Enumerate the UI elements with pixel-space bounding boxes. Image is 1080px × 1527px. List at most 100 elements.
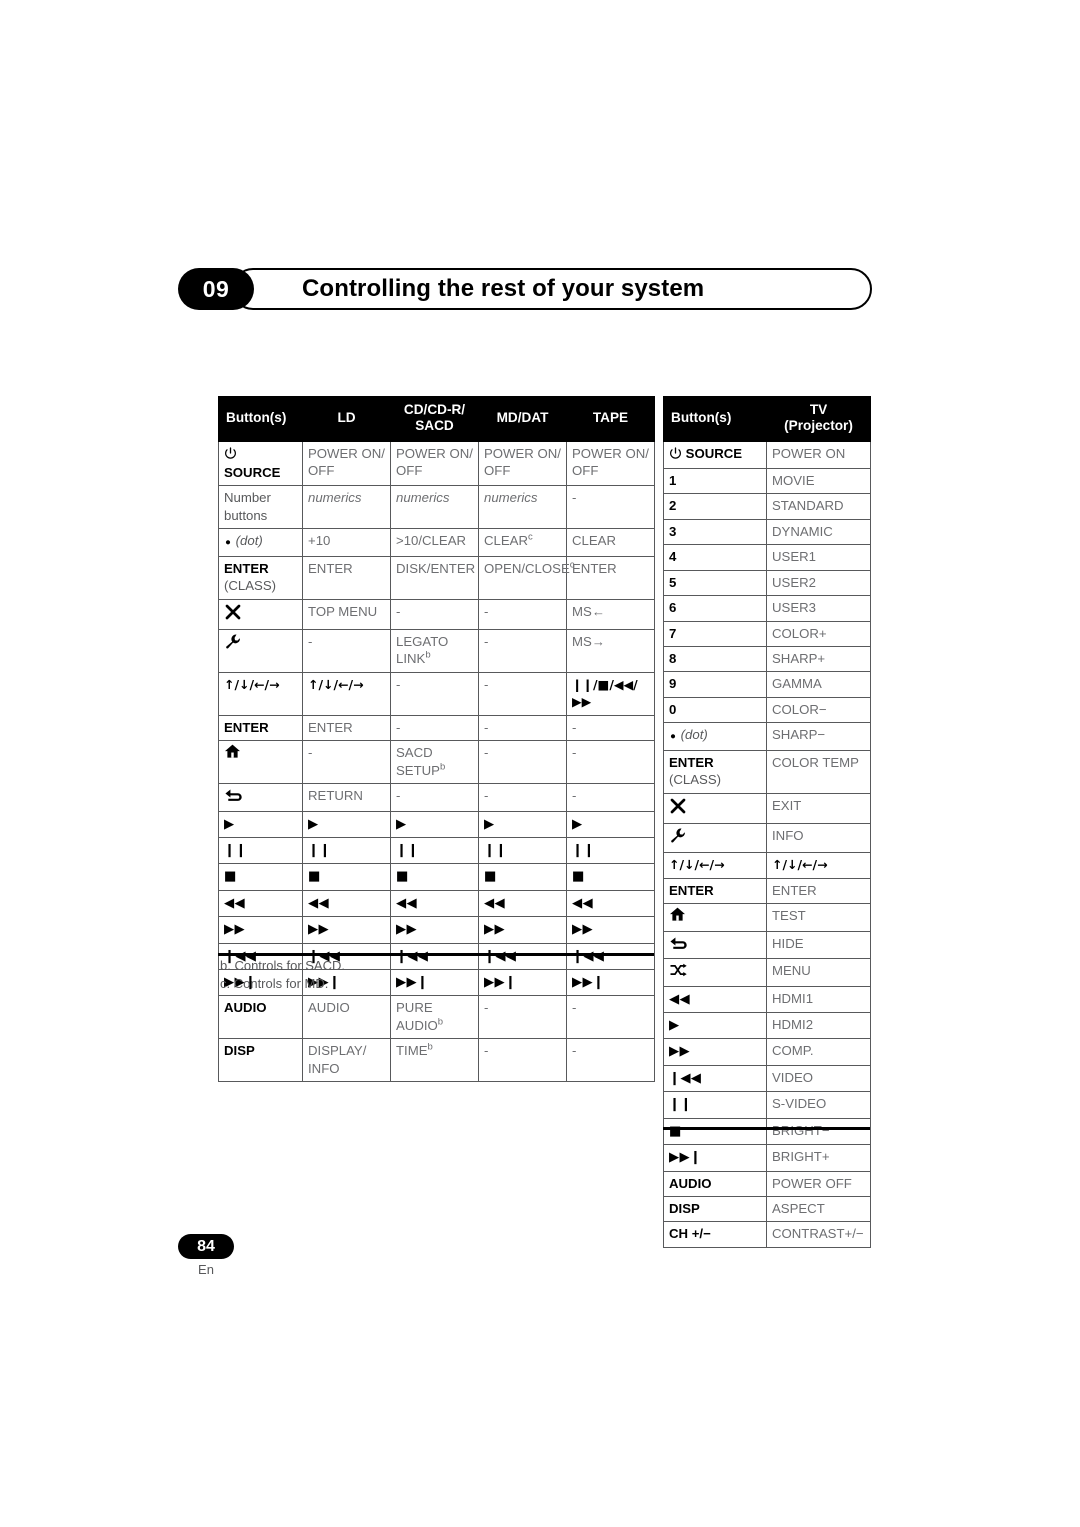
tape-cell-text: CLEAR xyxy=(572,533,616,549)
table-bottom-rule xyxy=(663,1127,870,1130)
page-number-text: 84 xyxy=(197,1237,215,1255)
button-label: DISP xyxy=(224,1043,255,1059)
button-label: 7 xyxy=(669,625,677,641)
table-row: ▶▶❙ BRIGHT+ xyxy=(663,1144,871,1172)
table-row: 6 USER3 xyxy=(663,595,871,622)
ld-cell-text: DISPLAY/ INFO xyxy=(308,1043,367,1076)
tv-cell-text: TEST xyxy=(772,908,806,924)
button-label: 8 xyxy=(669,651,677,666)
button-symbol: ▶▶ xyxy=(224,922,245,938)
md-cell-symbol: ▶▶❙ xyxy=(484,975,517,991)
tv-cell: HDMI1 xyxy=(766,985,871,1013)
cd-cell: PURE AUDIOb xyxy=(390,995,479,1040)
chapter-title-banner: Controlling the rest of your system xyxy=(232,268,872,310)
table-row: ▶▶ COMP. xyxy=(663,1038,871,1066)
column-header-tv-line2: (Projector) xyxy=(784,418,853,434)
tape-cell-text: POWER ON/ OFF xyxy=(572,445,649,479)
tv-cell: VIDEO xyxy=(766,1064,871,1093)
tape-cell-symbol: ■ xyxy=(572,869,585,885)
button-label: ENTER xyxy=(669,754,714,770)
wrench-icon xyxy=(669,827,688,848)
md-cell: ■ xyxy=(478,863,567,891)
button-cell: ❙◀◀ xyxy=(663,1064,767,1093)
tv-cell: COLOR− xyxy=(766,696,871,724)
tape-cell-text: ENTER xyxy=(572,560,617,576)
tv-cell: EXIT xyxy=(766,792,871,824)
button-symbol: ▶▶❙ xyxy=(669,1150,702,1166)
cd-cell: SACD SETUPb xyxy=(390,740,479,785)
ld-cell-symbol: ■ xyxy=(308,869,321,885)
tape-cell-text: - xyxy=(572,490,577,506)
md-cell-symbol: ■ xyxy=(484,869,497,885)
cd-cell: - xyxy=(390,671,479,716)
tv-cell-text: ENTER xyxy=(772,882,817,898)
md-cell-text: OPEN/CLOSE xyxy=(484,560,570,576)
tape-cell-text: - xyxy=(572,745,577,761)
table-row: ENTER (CLASS) ENTER DISK/ENTER OPEN/CLOSEc EN… xyxy=(218,555,655,600)
button-label: (dot) xyxy=(677,727,708,743)
column-header-buttons: Button(s) xyxy=(663,396,767,442)
tv-cell: ASPECT xyxy=(766,1195,871,1223)
tape-cell-text: - xyxy=(572,1000,577,1016)
ld-cell: TOP MENU xyxy=(302,598,391,631)
button-symbol: ◀◀ xyxy=(669,991,690,1007)
button-cell xyxy=(663,903,767,932)
md-cell: ◀◀ xyxy=(478,889,567,918)
column-header-ld: LD xyxy=(302,396,391,442)
tape-cell: POWER ON/ OFF xyxy=(566,440,655,487)
cd-cell-text: SACD SETUP xyxy=(396,745,440,778)
tv-cell: S-VIDEO xyxy=(766,1091,871,1119)
tv-cell-text: COLOR− xyxy=(772,701,827,717)
cd-cell: ❙◀◀ xyxy=(390,942,479,971)
button-label: ENTER xyxy=(669,882,714,898)
tape-cell: ENTER xyxy=(566,555,655,600)
cd-cell-text: - xyxy=(396,719,401,735)
md-cell-symbol: ▶▶ xyxy=(484,922,505,938)
wrench-icon xyxy=(224,633,243,654)
button-cell: ENTER (CLASS) xyxy=(663,749,767,794)
cd-cell-symbol: ▶▶❙ xyxy=(396,975,429,991)
cd-cell-text: - xyxy=(396,788,401,804)
cd-cell-text: - xyxy=(396,603,401,619)
cd-cell-footnote-ref: b xyxy=(425,650,431,662)
button-label: DISP xyxy=(669,1200,700,1216)
button-cell: ▶ xyxy=(663,1011,767,1040)
tape-cell-symbol: ❙◀◀ xyxy=(572,948,605,964)
tape-cell: - xyxy=(566,714,655,742)
footnote-c: c. Controls for MD. xyxy=(220,976,329,992)
button-cell: 6 xyxy=(663,595,767,622)
tape-cell-symbol: ❙❙/■/◀◀/▶▶ xyxy=(572,676,638,710)
page-number-badge: 84 xyxy=(178,1234,234,1259)
page-footer: 84 En xyxy=(178,1234,268,1277)
ld-cell-symbol: ↑/↓/←/→ xyxy=(308,676,364,692)
button-label: 5 xyxy=(669,574,677,590)
tv-cell-text: COLOR TEMP xyxy=(772,754,859,770)
cd-cell: ❙❙ xyxy=(390,836,479,865)
table-row: 0 COLOR− xyxy=(663,696,871,724)
cd-cell: - xyxy=(390,783,479,812)
button-cell: DISP xyxy=(663,1195,767,1223)
button-cell: SOURCE xyxy=(218,440,303,487)
tape-cell: ▶▶ xyxy=(566,916,655,944)
chapter-number-text: 09 xyxy=(202,275,230,302)
table-row: ENTER ENTER - - - xyxy=(218,714,655,742)
table-row: RETURN - - - xyxy=(218,783,655,812)
md-cell-text: - xyxy=(484,1000,489,1016)
tv-cell-text: USER1 xyxy=(772,549,816,565)
tv-cell: SHARP− xyxy=(766,722,871,751)
table-row: MENU xyxy=(663,958,871,987)
md-cell: - xyxy=(478,740,567,785)
tv-cell-symbol: ↑/↓/←/→ xyxy=(772,857,828,873)
cd-cell-text: LEGATO LINK xyxy=(396,634,449,667)
button-cell xyxy=(218,740,303,785)
tv-cell: USER2 xyxy=(766,569,871,597)
tv-cell: COLOR+ xyxy=(766,620,871,648)
column-header-cd-line2: SACD xyxy=(415,418,454,434)
tv-cell-text: EXIT xyxy=(772,797,802,813)
md-cell-symbol: ❙◀◀ xyxy=(484,948,517,964)
column-header-buttons: Button(s) xyxy=(218,396,303,442)
button-label: 3 xyxy=(669,523,677,539)
tv-cell-text: STANDARD xyxy=(772,498,844,514)
table-row: ENTER ENTER xyxy=(663,877,871,905)
tv-cell: COMP. xyxy=(766,1038,871,1066)
